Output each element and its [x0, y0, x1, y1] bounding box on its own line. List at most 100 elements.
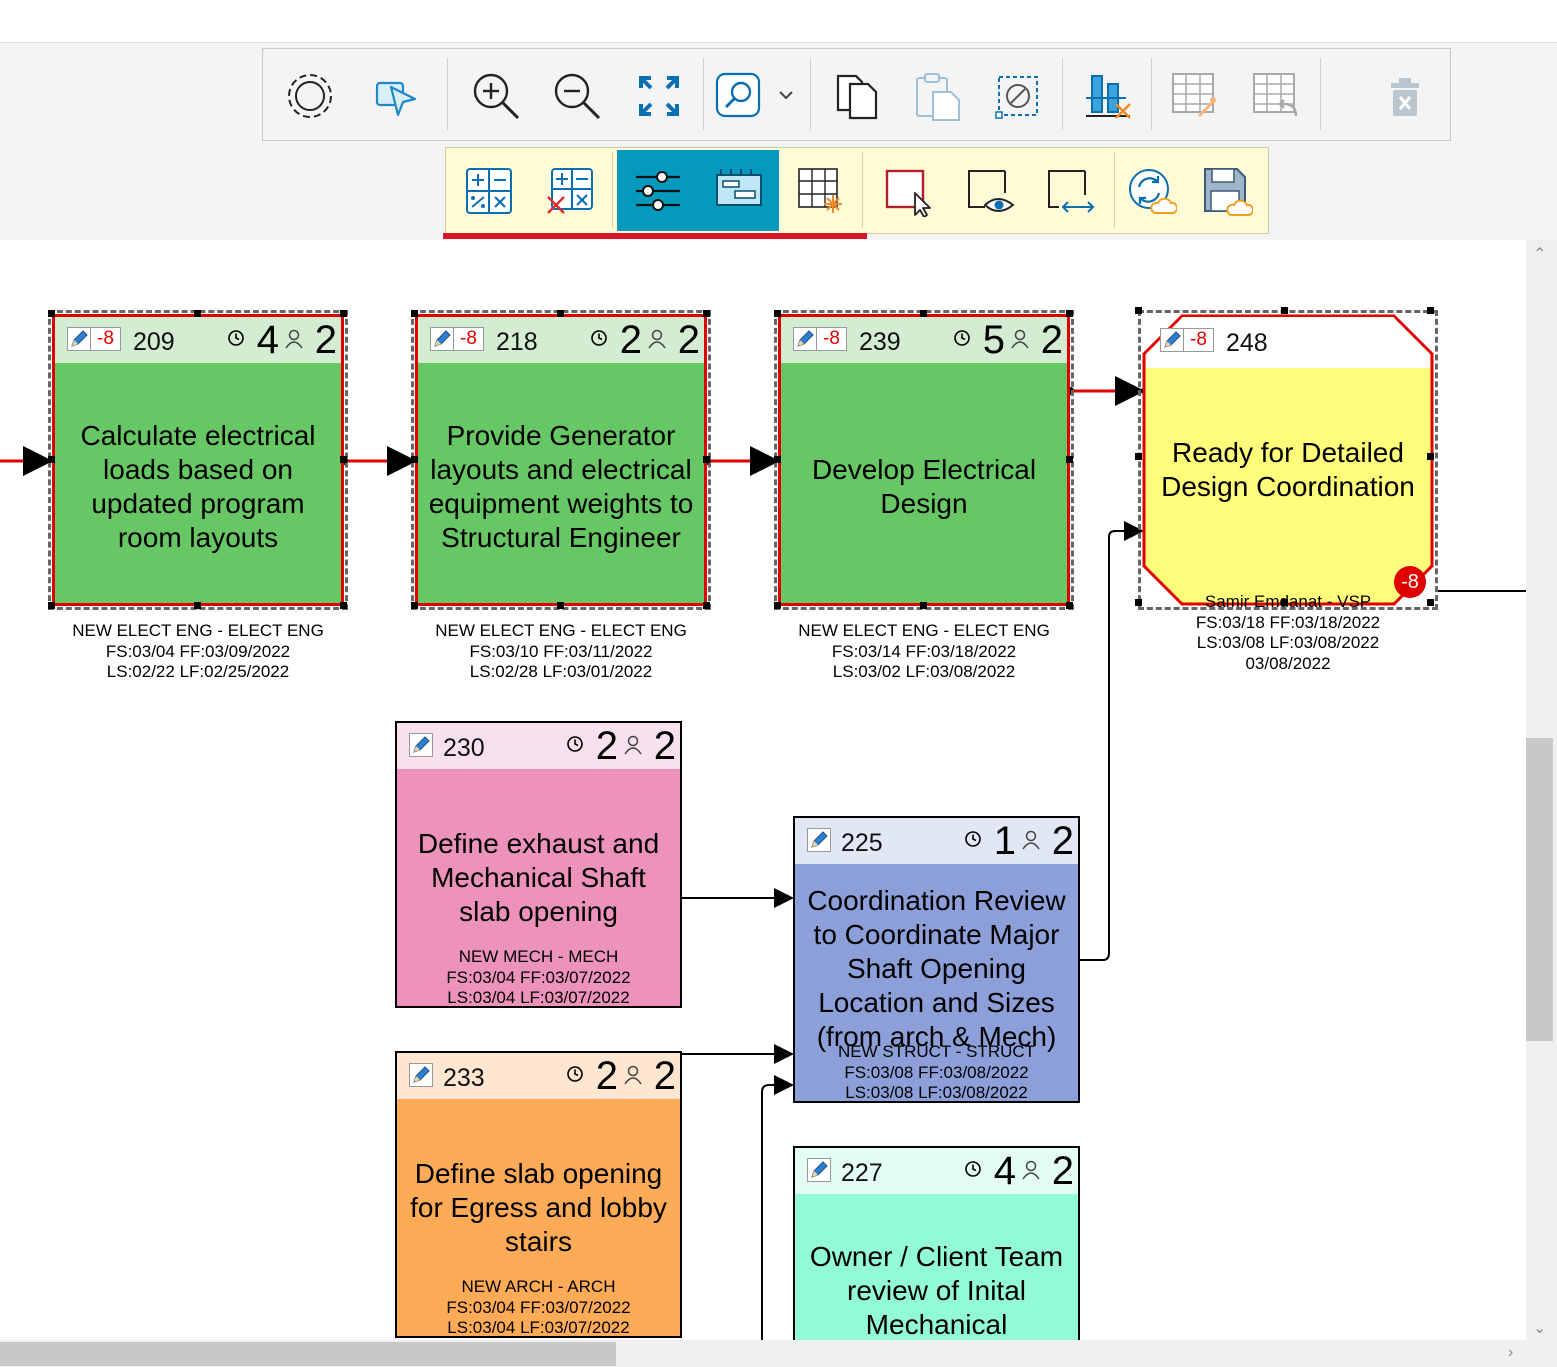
fit-screen-icon[interactable] [631, 68, 687, 124]
title-line: Owner / Client Team [809, 1241, 1064, 1272]
select-box-icon[interactable] [880, 162, 938, 220]
edit-pencil-icon[interactable] [793, 327, 817, 351]
edit-pencil-icon[interactable] [807, 828, 831, 852]
date-line: FS:03/08 FF:03/08/2022 [844, 1062, 1029, 1082]
edit-pencil-icon[interactable] [807, 1158, 831, 1182]
selection-handle[interactable] [48, 602, 55, 609]
selection-handle[interactable] [48, 310, 55, 317]
activity-node-233[interactable]: 233 2 2 Define slab opening for Egress and l… [395, 1051, 682, 1338]
selection-handle[interactable] [920, 310, 927, 317]
filter-sliders-icon[interactable] [617, 150, 698, 231]
trash-icon[interactable] [1380, 72, 1430, 122]
selection-handle[interactable] [194, 602, 201, 609]
crew-count: 2 [653, 724, 676, 768]
activity-node-230[interactable]: 230 2 2 Define exhaust and Mechanical Shaft s… [395, 721, 682, 1008]
cloud-save-icon[interactable] [1198, 162, 1256, 220]
resize-box-icon[interactable] [1042, 162, 1100, 220]
crew-count: 2 [653, 1054, 676, 1098]
selection-handle[interactable] [1066, 310, 1073, 317]
selection-handle[interactable] [1427, 599, 1434, 606]
selection-handle[interactable] [411, 310, 418, 317]
edit-pencil-icon[interactable] [409, 1063, 433, 1087]
selection-handle[interactable] [920, 602, 927, 609]
activity-node-239[interactable]: -8 239 2 5 Develop Electrical Design NEW ELECT… [774, 310, 1074, 681]
calculator-icon[interactable] [460, 162, 518, 220]
selection-handle[interactable] [1281, 307, 1288, 314]
selection-handle[interactable] [774, 602, 781, 609]
selection-handle[interactable] [774, 456, 781, 463]
title-line: Ready for Detailed [1172, 437, 1404, 468]
selection-handle[interactable] [1135, 599, 1142, 606]
edit-pencil-icon[interactable] [430, 327, 454, 351]
title-line: Develop Electrical [811, 454, 1037, 485]
scroll-right-arrow[interactable]: › [1508, 1344, 1513, 1362]
selection-handle[interactable] [340, 602, 347, 609]
edit-pencil-icon[interactable] [67, 327, 91, 351]
activity-title: Define slab opening for Egress and lobby s… [397, 1157, 680, 1259]
activity-node-248[interactable]: -8 248 Ready for Detailed Design Coordinati… [1135, 307, 1438, 673]
layout-settings-icon[interactable] [698, 150, 779, 231]
selection-handle[interactable] [1427, 307, 1434, 314]
grid-magic-icon[interactable] [1167, 68, 1223, 124]
title-line: Mechanical [865, 1309, 1008, 1340]
activity-info: NEW ARCH - ARCH FS:03/04 FF:03/07/2022 LS:… [397, 1277, 680, 1339]
edit-pencil-icon[interactable] [409, 733, 433, 757]
grid-sparkle-icon[interactable] [792, 162, 850, 220]
title-line: Design [880, 488, 968, 519]
paste-icon[interactable] [909, 68, 965, 124]
pointer-select-icon[interactable] [368, 70, 424, 122]
selection-handle[interactable] [703, 602, 710, 609]
active-toolbar-indicator [443, 233, 867, 239]
selection-handle[interactable] [1135, 453, 1142, 460]
selection-handle[interactable] [1281, 599, 1288, 606]
copy-icon[interactable] [828, 68, 884, 124]
selection-handle[interactable] [1066, 602, 1073, 609]
horizontal-scroll-thumb[interactable] [0, 1342, 616, 1366]
selection-handle[interactable] [48, 456, 55, 463]
grid-undo-icon[interactable] [1248, 68, 1304, 124]
selection-handle[interactable] [411, 602, 418, 609]
selection-handle[interactable] [340, 310, 347, 317]
calculator-clear-icon[interactable] [541, 162, 599, 220]
selection-handle[interactable] [557, 310, 564, 317]
deselect-icon[interactable] [990, 68, 1046, 124]
activity-node-227[interactable]: 227 2 4 Owner / Client Team review of Inital… [793, 1146, 1080, 1340]
toolbar-separator [612, 152, 613, 228]
window-top-bar [0, 0, 1557, 43]
scroll-up-arrow[interactable]: ⌃ [1533, 244, 1546, 264]
selection-handle[interactable] [703, 310, 710, 317]
view-box-icon[interactable] [962, 162, 1020, 220]
activity-node-218[interactable]: -8 218 2 2 Provide Generator layouts and elec… [411, 310, 711, 681]
dropdown-icon[interactable] [773, 82, 799, 108]
selection-handle[interactable] [194, 310, 201, 317]
title-line: slab opening [459, 896, 618, 927]
activity-node-209[interactable]: -8 209 2 4 Calculate electrical loads based o… [48, 310, 348, 681]
activity-id: 233 [443, 1064, 485, 1092]
network-diagram-canvas[interactable]: -8 209 2 4 Calculate electrical loads based o… [0, 240, 1526, 1340]
lasso-select-icon[interactable] [282, 70, 338, 122]
selection-handle[interactable] [1135, 307, 1142, 314]
selection-handle[interactable] [703, 456, 710, 463]
selection-handle[interactable] [1427, 453, 1434, 460]
edit-pencil-icon[interactable] [1160, 328, 1184, 352]
selection-handle[interactable] [774, 310, 781, 317]
bar-clear-icon[interactable] [1080, 68, 1136, 124]
selection-handle[interactable] [1066, 456, 1073, 463]
crew-count: 2 [677, 318, 700, 362]
selection-handle[interactable] [557, 602, 564, 609]
selection-handle[interactable] [411, 456, 418, 463]
title-line: Coordination Review [807, 885, 1066, 916]
activity-node-225[interactable]: 225 2 1 Coordination Review to Coordinate Ma… [793, 816, 1080, 1103]
date-line: FS:03/04 FF:03/07/2022 [446, 967, 631, 987]
zoom-out-icon[interactable] [549, 68, 605, 124]
person-icon [646, 328, 668, 350]
date-line: FS:03/18 FF:03/18/2022 [1195, 612, 1381, 632]
zoom-in-icon[interactable] [468, 68, 524, 124]
date-line: LS:03/08 LF:03/08/2022 [845, 1083, 1028, 1102]
search-icon[interactable] [713, 70, 763, 120]
scroll-down-arrow[interactable]: ⌄ [1533, 1318, 1546, 1338]
selection-handle[interactable] [340, 456, 347, 463]
vertical-scroll-thumb[interactable] [1526, 738, 1553, 1041]
cloud-sync-icon[interactable] [1122, 162, 1180, 220]
float-value: -8 [817, 327, 847, 351]
